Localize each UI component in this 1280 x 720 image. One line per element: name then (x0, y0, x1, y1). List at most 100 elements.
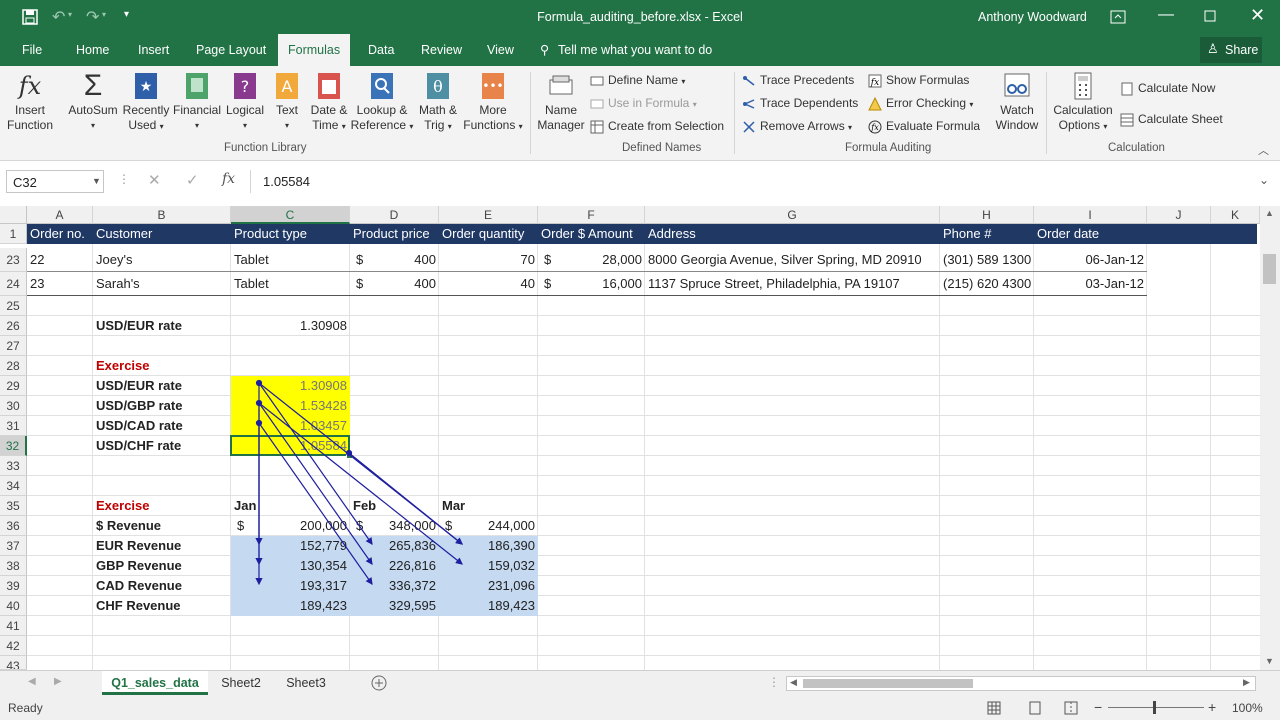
formula-bar: C32 ▼ ⋮ ✕ ✓ fx 1.05584 ⌄ (0, 166, 1280, 200)
spreadsheet-grid[interactable]: A B C D E F G H I J K 1 23 24 25 26 27 2… (0, 206, 1260, 670)
tab-view[interactable]: View (487, 34, 514, 66)
recently-used-button[interactable]: ★ Recently Used ▾ (120, 72, 172, 134)
calculate-sheet-button[interactable]: Calculate Sheet (1120, 109, 1223, 129)
maximize-icon[interactable] (1204, 10, 1216, 22)
expand-formula-bar-icon[interactable]: ⌄ (1259, 173, 1269, 187)
scroll-thumb[interactable] (803, 679, 973, 688)
tell-me-search[interactable]: Tell me what you want to do (558, 34, 712, 66)
trace-precedents-button[interactable]: Trace Precedents (742, 70, 854, 90)
name-box[interactable]: C32 ▼ (6, 170, 104, 193)
close-icon[interactable]: ✕ (1250, 5, 1265, 26)
trace-arrow (258, 402, 463, 565)
tab-home[interactable]: Home (76, 34, 109, 66)
column-header-j[interactable]: J (1147, 206, 1211, 224)
zoom-in-icon[interactable]: + (1208, 699, 1216, 715)
insert-function-button[interactable]: fx Insert Function (4, 72, 56, 133)
use-in-formula-button[interactable]: Use in Formula ▾ (590, 93, 697, 113)
ribbon-display-options-icon[interactable] (1110, 10, 1126, 24)
autosum-button[interactable]: Σ AutoSum ▾ (64, 71, 122, 133)
fx-icon: fx (18, 72, 42, 100)
scroll-down-icon[interactable]: ▼ (1265, 656, 1274, 666)
minimize-icon[interactable]: — (1158, 6, 1174, 24)
table-cell[interactable]: 8000 Georgia Avenue, Silver Spring, MD 2… (645, 248, 940, 272)
math-trig-button[interactable]: θ Math & Trig ▾ (414, 72, 462, 134)
prev-sheet-icon[interactable]: ◀ (28, 676, 36, 687)
evaluate-formula-button[interactable]: fx Evaluate Formula (868, 116, 980, 136)
normal-view-icon[interactable] (987, 701, 1001, 715)
defined-names-label: Defined Names (622, 142, 702, 154)
header-phone[interactable]: Phone # (940, 224, 1034, 244)
group-divider (530, 72, 531, 154)
table-cell[interactable]: 06-Jan-12 (1034, 248, 1147, 272)
column-header-i[interactable]: I (1034, 206, 1147, 224)
zoom-level[interactable]: 100% (1232, 701, 1263, 715)
user-name[interactable]: Anthony Woodward (978, 10, 1087, 24)
remove-arrows-button[interactable]: Remove Arrows ▾ (742, 116, 852, 136)
star-book-icon: ★ (132, 72, 160, 100)
scroll-right-icon[interactable]: ▶ (1243, 677, 1250, 688)
cancel-icon[interactable]: ✕ (148, 171, 161, 189)
page-layout-view-icon[interactable] (1028, 701, 1042, 715)
table-cell[interactable]: 03-Jan-12 (1034, 272, 1147, 296)
trace-dependents-button[interactable]: Trace Dependents (742, 93, 858, 113)
status-bar: Ready − + 100% (0, 697, 1280, 720)
text-button[interactable]: A Text ▾ (270, 72, 304, 133)
scroll-left-icon[interactable]: ◀ (790, 677, 797, 688)
lookup-reference-button[interactable]: Lookup & Reference ▾ (350, 72, 414, 134)
svg-text:A: A (282, 77, 293, 96)
scroll-up-icon[interactable]: ▲ (1265, 208, 1274, 218)
name-box-dropdown-icon[interactable]: ▼ (92, 176, 101, 186)
share-button[interactable]: ♙ Share (1200, 37, 1262, 63)
date-time-button[interactable]: Date & Time ▾ (306, 72, 352, 134)
sheet-tab-sheet3[interactable]: Sheet3 (276, 671, 336, 695)
column-header-k[interactable]: K (1211, 206, 1260, 224)
vertical-scrollbar[interactable]: ▲ ▼ (1260, 206, 1280, 670)
watch-window-button[interactable]: Watch Window (990, 72, 1044, 133)
new-sheet-icon[interactable] (371, 675, 387, 691)
formula-input[interactable]: 1.05584 ⌄ (250, 170, 1274, 193)
tag-icon (590, 74, 604, 88)
sheet-tab-q1-sales-data[interactable]: Q1_sales_data (102, 671, 208, 695)
show-formulas-button[interactable]: fx Show Formulas (868, 70, 969, 90)
define-name-button[interactable]: Define Name ▾ (590, 70, 685, 90)
financial-button[interactable]: Financial ▾ (170, 72, 224, 133)
zoom-slider-thumb[interactable] (1153, 701, 1156, 714)
table-cell[interactable]: 1137 Spruce Street, Philadelphia, PA 191… (645, 272, 940, 296)
tab-data[interactable]: Data (368, 34, 394, 66)
tab-file[interactable]: File (22, 34, 42, 66)
more-book-icon: ••• (479, 72, 507, 100)
error-checking-icon (868, 96, 882, 111)
tab-split-icon[interactable]: ⋮ (768, 675, 780, 689)
ribbon-formulas: fx Insert Function Σ AutoSum ▾ ★ Recently… (0, 66, 1280, 161)
insert-function-icon[interactable]: fx (222, 171, 235, 187)
svg-text:★: ★ (140, 79, 153, 95)
calculate-sheet-icon (1120, 113, 1134, 127)
page-break-view-icon[interactable] (1064, 701, 1078, 715)
sheet-tab-sheet2[interactable]: Sheet2 (212, 671, 270, 695)
table-cell[interactable]: (215) 620 4300 (940, 272, 1034, 296)
more-functions-button[interactable]: ••• More Functions ▾ (462, 72, 524, 134)
name-manager-button[interactable]: Name Manager (534, 72, 588, 133)
tab-insert[interactable]: Insert (138, 34, 169, 66)
horizontal-scrollbar[interactable]: ◀ ▶ (786, 676, 1256, 691)
create-from-selection-button[interactable]: Create from Selection (590, 116, 724, 136)
collapse-ribbon-icon[interactable]: ︿ (1258, 142, 1269, 158)
tab-review[interactable]: Review (421, 34, 462, 66)
table-cell[interactable]: (301) 589 1300 (940, 248, 1034, 272)
tab-page-layout[interactable]: Page Layout (196, 34, 266, 66)
error-checking-button[interactable]: Error Checking ▾ (868, 93, 973, 113)
header-order-date[interactable]: Order date (1034, 224, 1147, 244)
next-sheet-icon[interactable]: ▶ (54, 676, 62, 687)
logical-button[interactable]: ? Logical ▾ (222, 72, 268, 133)
zoom-slider[interactable] (1108, 707, 1204, 708)
zoom-out-icon[interactable]: − (1094, 699, 1102, 715)
gridline (1210, 224, 1211, 670)
column-header-h[interactable]: H (940, 206, 1034, 224)
scroll-thumb[interactable] (1263, 254, 1276, 284)
calculation-options-button[interactable]: Calculation Options ▾ (1050, 72, 1116, 134)
calculate-now-button[interactable]: Calculate Now (1120, 78, 1215, 98)
enter-icon[interactable]: ✓ (186, 171, 199, 189)
tab-formulas[interactable]: Formulas (278, 34, 351, 66)
column-header-g[interactable]: G (645, 206, 940, 224)
header-address[interactable]: Address (645, 224, 940, 244)
